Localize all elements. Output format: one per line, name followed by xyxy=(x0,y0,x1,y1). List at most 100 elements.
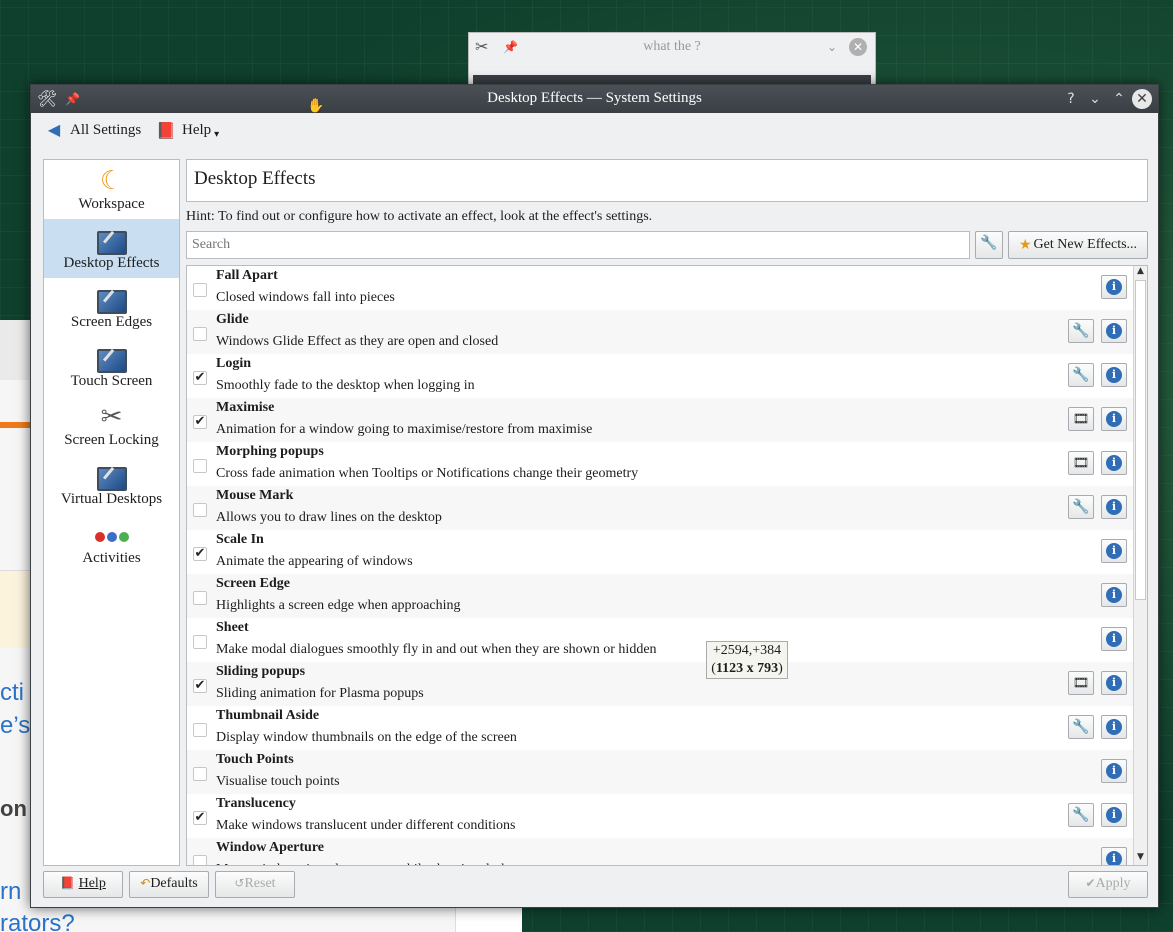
sidebar-item-virtual-desktops[interactable]: Virtual Desktops xyxy=(44,455,179,514)
effect-checkbox[interactable] xyxy=(193,855,207,865)
effect-info-button[interactable]: i xyxy=(1101,715,1127,739)
sidebar-item-desktop-effects[interactable]: Desktop Effects xyxy=(44,219,179,278)
info-icon: i xyxy=(1106,411,1122,427)
effect-name: Thumbnail Aside xyxy=(216,708,320,723)
title-bar[interactable]: 🛠 📌 Desktop Effects — System Settings ? … xyxy=(31,85,1158,113)
effect-name: Fall Apart xyxy=(216,268,278,283)
sidebar-item-activities[interactable]: Activities xyxy=(44,514,179,573)
effect-configure-button[interactable]: 🔧 xyxy=(1068,715,1094,739)
close-icon[interactable]: ✕ xyxy=(1132,89,1152,109)
configure-shortcuts-button[interactable]: 🔧 xyxy=(975,231,1003,259)
effect-description: Make modal dialogues smoothly fly in and… xyxy=(216,642,657,657)
effect-row[interactable]: Fall Apart Closed windows fall into piece… xyxy=(187,266,1133,310)
minimize-icon[interactable]: ⌄ xyxy=(1085,89,1105,109)
effect-row[interactable]: ✔ Login Smoothly fade to the desktop when … xyxy=(187,354,1133,398)
sidebar-item-screen-edges[interactable]: Screen Edges xyxy=(44,278,179,337)
effect-info-button[interactable]: i xyxy=(1101,583,1127,607)
effect-description: Visualise touch points xyxy=(216,774,340,789)
apply-button[interactable]: ✔Apply xyxy=(1068,871,1148,898)
scrollbar-thumb[interactable] xyxy=(1135,280,1146,600)
effect-description: Cross fade animation when Tooltips or No… xyxy=(216,466,639,481)
effect-info-button[interactable]: i xyxy=(1101,407,1127,431)
effect-row[interactable]: Screen Edge Highlights a screen edge when… xyxy=(187,574,1133,618)
help-book-icon: 📕 xyxy=(156,120,176,140)
effect-info-button[interactable]: i xyxy=(1101,495,1127,519)
effect-info-button[interactable]: i xyxy=(1101,803,1127,827)
scroll-down-arrow-icon[interactable]: ▼ xyxy=(1134,852,1147,865)
effect-row[interactable]: Morphing popups Cross fade animation when… xyxy=(187,442,1133,486)
info-icon: i xyxy=(1106,279,1122,295)
effect-checkbox[interactable] xyxy=(193,459,207,473)
effect-checkbox[interactable]: ✔ xyxy=(193,811,207,825)
wrench-icon: 🔧 xyxy=(1072,323,1090,339)
effect-info-button[interactable]: i xyxy=(1101,451,1127,475)
category-sidebar: ☾ Workspace Desktop Effects Screen Edges… xyxy=(43,159,180,866)
effect-row[interactable]: Sheet Make modal dialogues smoothly fly i… xyxy=(187,618,1133,662)
effect-checkbox[interactable]: ✔ xyxy=(193,547,207,561)
reset-button[interactable]: ↺Reset xyxy=(215,871,295,898)
get-new-effects-button[interactable]: ★ Get New Effects... xyxy=(1008,231,1148,259)
effect-row[interactable]: Touch Points Visualise touch points i xyxy=(187,750,1133,794)
effect-configure-button[interactable]: 🔧 xyxy=(1068,803,1094,827)
effect-info-button[interactable]: i xyxy=(1101,847,1127,865)
scroll-up-arrow-icon[interactable]: ▲ xyxy=(1134,266,1147,279)
info-icon: i xyxy=(1106,631,1122,647)
effect-info-button[interactable]: i xyxy=(1101,275,1127,299)
effect-row[interactable]: ✔ Translucency Make windows translucent un… xyxy=(187,794,1133,838)
effect-configure-button[interactable]: 🎞 xyxy=(1068,407,1094,431)
effect-checkbox[interactable] xyxy=(193,283,207,297)
background-link-text: cti e’s xyxy=(0,676,30,742)
effect-row[interactable]: Thumbnail Aside Display window thumbnails… xyxy=(187,706,1133,750)
defaults-button-label: Defaults xyxy=(150,876,198,891)
sidebar-item-touch-screen[interactable]: Touch Screen xyxy=(44,337,179,396)
help-menu-button[interactable]: 📕 Help ▾ xyxy=(156,121,219,140)
all-settings-button[interactable]: ◀ All Settings xyxy=(44,121,141,139)
reset-button-label: Reset xyxy=(244,876,276,891)
effect-name: Scale In xyxy=(216,532,264,547)
effect-configure-button[interactable]: 🎞 xyxy=(1068,671,1094,695)
effect-info-button[interactable]: i xyxy=(1101,627,1127,651)
defaults-button[interactable]: ↶Defaults xyxy=(129,871,209,898)
effect-configure-button[interactable]: 🔧 xyxy=(1068,495,1094,519)
effect-description: Closed windows fall into pieces xyxy=(216,290,395,305)
effect-checkbox[interactable] xyxy=(193,503,207,517)
effect-checkbox[interactable]: ✔ xyxy=(193,679,207,693)
effect-info-button[interactable]: i xyxy=(1101,671,1127,695)
effect-info-button[interactable]: i xyxy=(1101,539,1127,563)
effect-checkbox[interactable]: ✔ xyxy=(193,415,207,429)
search-input[interactable] xyxy=(186,231,970,259)
wrench-icon: 🔧 xyxy=(1072,367,1090,383)
info-icon: i xyxy=(1106,763,1122,779)
effect-description: Smoothly fade to the desktop when loggin… xyxy=(216,378,475,393)
maximize-icon[interactable]: ⌃ xyxy=(1109,89,1129,109)
effect-checkbox[interactable] xyxy=(193,767,207,781)
effect-row[interactable]: ✔ Maximise Animation for a window going to… xyxy=(187,398,1133,442)
effect-configure-button[interactable]: 🔧 xyxy=(1068,363,1094,387)
info-icon: i xyxy=(1106,455,1122,471)
effect-row[interactable]: Glide Windows Glide Effect as they are op… xyxy=(187,310,1133,354)
effect-row[interactable]: ✔ Sliding popups Sliding animation for Pla… xyxy=(187,662,1133,706)
help-icon[interactable]: ? xyxy=(1061,89,1081,109)
effect-checkbox[interactable]: ✔ xyxy=(193,371,207,385)
effect-name: Login xyxy=(216,356,252,371)
screen-edges-icon xyxy=(44,278,179,314)
effect-checkbox[interactable] xyxy=(193,327,207,341)
effect-checkbox[interactable] xyxy=(193,635,207,649)
effect-checkbox[interactable] xyxy=(193,591,207,605)
effects-list: Fall Apart Closed windows fall into piece… xyxy=(186,265,1148,866)
effect-row[interactable]: Window Aperture Move windows into the cor… xyxy=(187,838,1133,865)
effect-info-button[interactable]: i xyxy=(1101,319,1127,343)
sidebar-item-screen-locking[interactable]: ✂ Screen Locking xyxy=(44,396,179,455)
toolbar: ◀ All Settings 📕 Help ▾ xyxy=(31,113,1158,149)
effect-info-button[interactable]: i xyxy=(1101,759,1127,783)
effect-checkbox[interactable] xyxy=(193,723,207,737)
effect-row[interactable]: ✔ Scale In Animate the appearing of window… xyxy=(187,530,1133,574)
help-button[interactable]: 📕 Help xyxy=(43,871,123,898)
sidebar-item-workspace[interactable]: ☾ Workspace xyxy=(44,160,179,219)
effect-configure-button[interactable]: 🎞 xyxy=(1068,451,1094,475)
effect-row[interactable]: Mouse Mark Allows you to draw lines on th… xyxy=(187,486,1133,530)
list-scrollbar[interactable]: ▲ ▼ xyxy=(1133,266,1147,865)
effect-info-button[interactable]: i xyxy=(1101,363,1127,387)
info-icon: i xyxy=(1106,719,1122,735)
effect-configure-button[interactable]: 🔧 xyxy=(1068,319,1094,343)
